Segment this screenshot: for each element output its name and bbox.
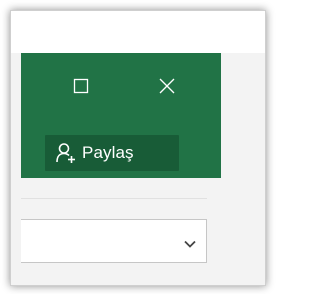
maximize-icon [73, 78, 89, 94]
add-person-icon [55, 142, 77, 164]
dropdown-combo[interactable] [21, 219, 207, 263]
ribbon-separator [21, 178, 221, 199]
frame-top-margin [11, 11, 265, 53]
ribbon-header: Paylaş [21, 123, 221, 173]
title-bar [21, 53, 221, 123]
maximize-button[interactable] [61, 71, 101, 101]
chevron-down-icon[interactable] [184, 235, 196, 253]
close-button[interactable] [147, 71, 187, 101]
screenshot-canvas: Paylaş [0, 0, 279, 294]
window-edge [207, 178, 221, 285]
share-button-label: Paylaş [82, 143, 134, 162]
close-icon [158, 77, 176, 95]
share-button[interactable]: Paylaş [45, 135, 179, 171]
excel-window: Paylaş [21, 53, 221, 285]
screenshot-frame: Paylaş [10, 10, 266, 286]
ribbon-content [21, 178, 221, 285]
